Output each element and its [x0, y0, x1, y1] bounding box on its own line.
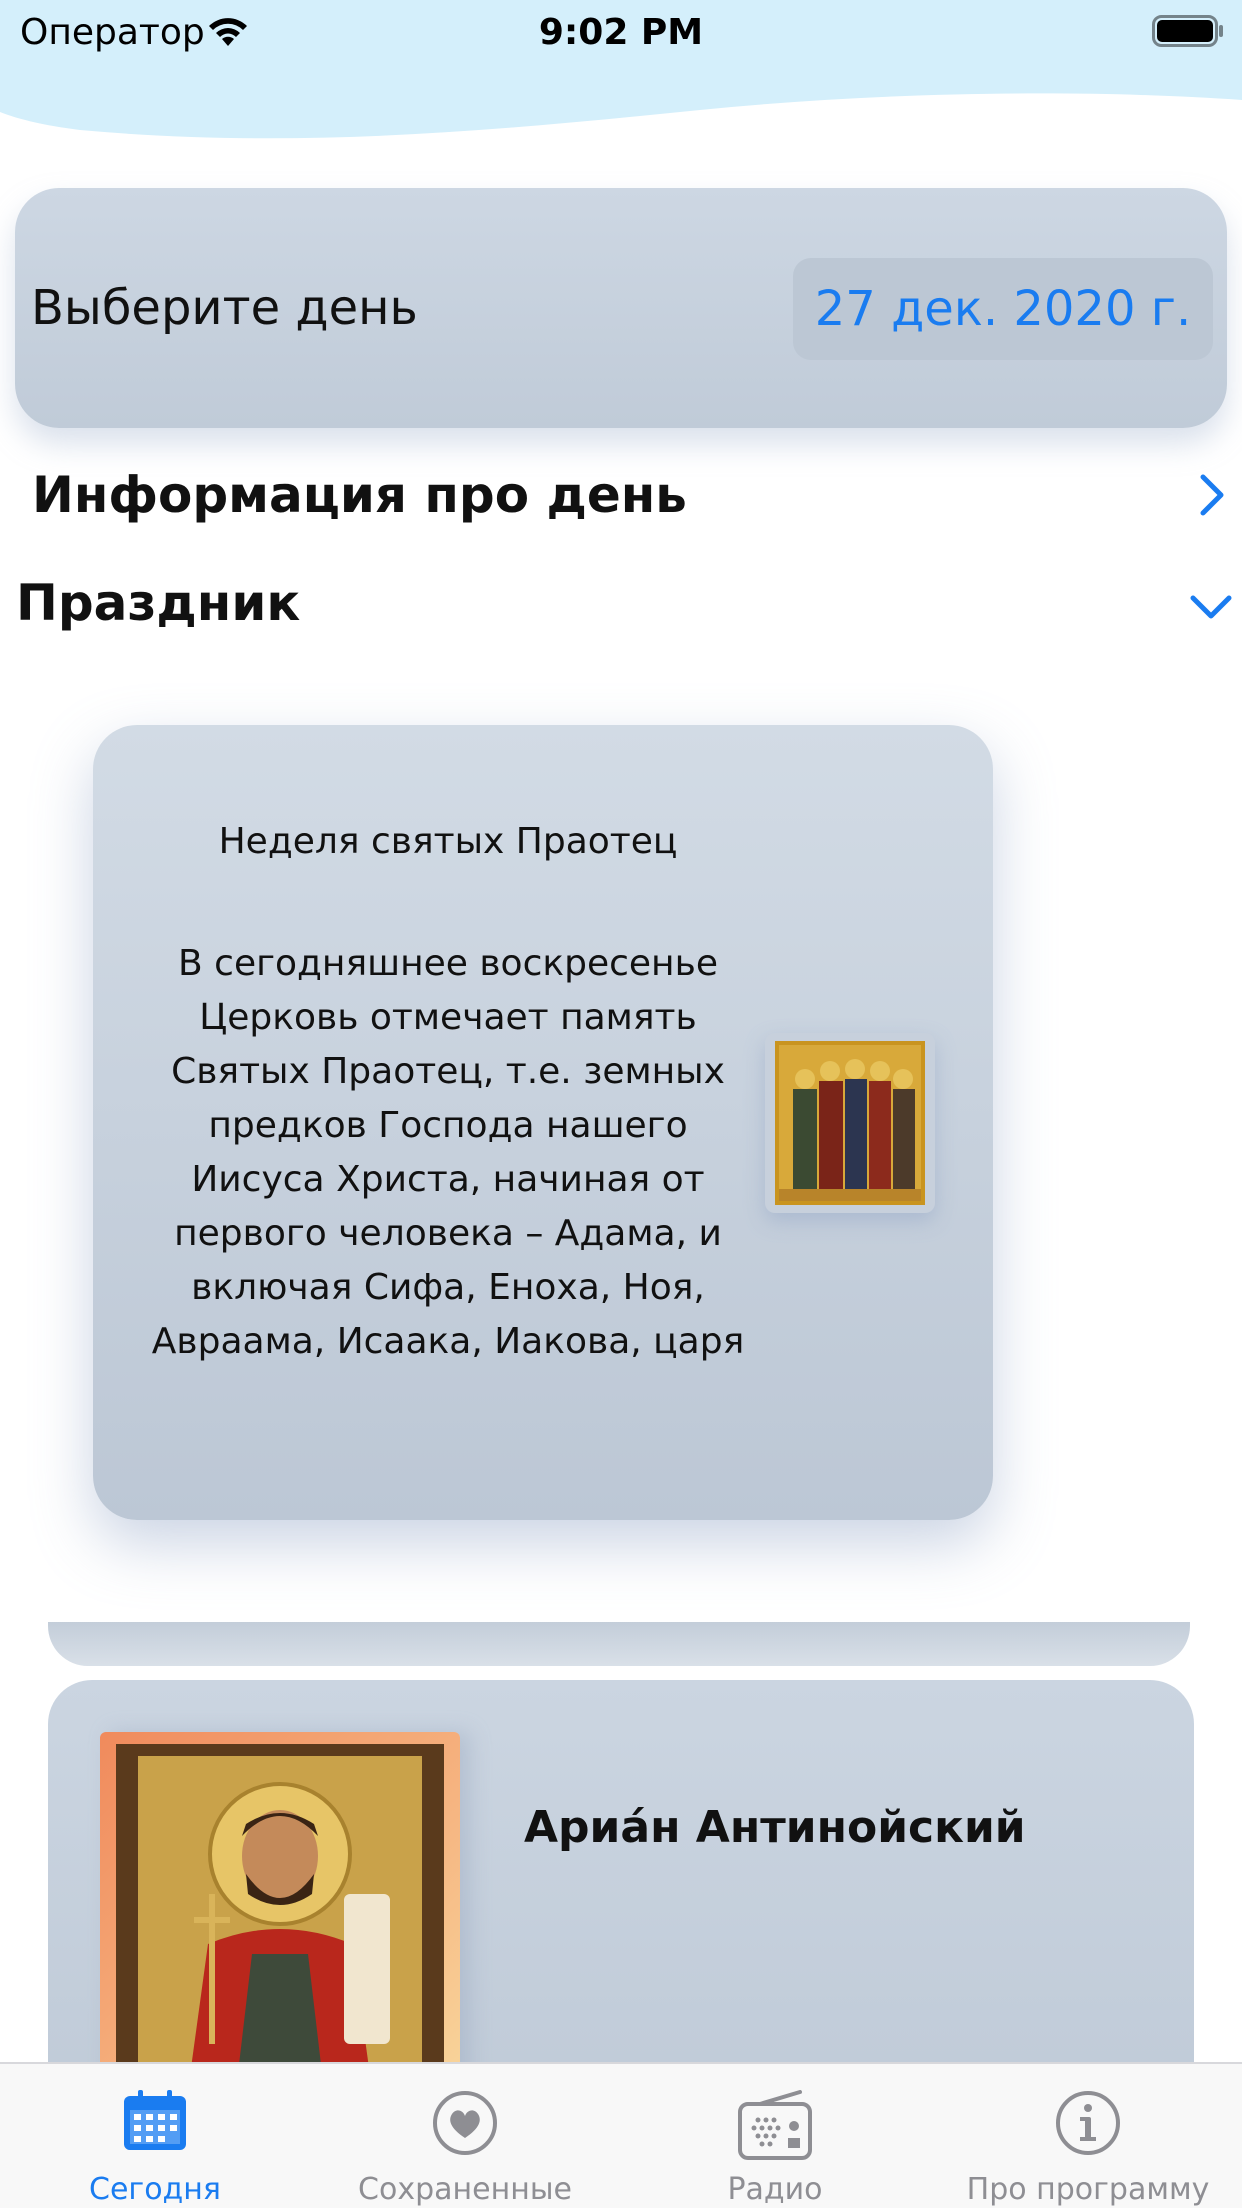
status-time: 9:02 PM [538, 12, 704, 53]
saint-icon-image [100, 1732, 460, 2102]
chevron-right-icon [1200, 474, 1224, 516]
saint-name: Ариа́н Антинойский [524, 1802, 1026, 1853]
battery-icon [1152, 15, 1223, 47]
saint-card[interactable]: Ариа́н Антинойский [48, 1680, 1194, 2102]
status-bar: Оператор 9:02 PM [0, 0, 1242, 64]
holiday-icon-image [765, 1033, 935, 1213]
holiday-section-header[interactable]: Праздник [0, 568, 1242, 638]
tab-radio-label: Радио [727, 2172, 823, 2207]
card-stack-edge [48, 1622, 1190, 1666]
tab-today-label: Сегодня [89, 2172, 221, 2207]
saint-icon [116, 1744, 444, 2090]
holiday-card[interactable]: Неделя святых Праотец В сегодняшнее воск… [93, 725, 993, 1520]
chevron-down-icon [1190, 595, 1232, 619]
tab-radio[interactable]: Радио [690, 2064, 860, 2208]
calendar-icon [124, 2090, 186, 2150]
date-picker-button[interactable]: 27 дек. 2020 г. [793, 258, 1213, 360]
holiday-section-title: Праздник [16, 574, 301, 632]
tab-about[interactable]: Про программу [950, 2064, 1226, 2208]
tab-today[interactable]: Сегодня [42, 2064, 268, 2208]
holiday-description: В сегодняшнее воскресенье Церковь отмеча… [151, 943, 745, 1362]
heart-icon [433, 2091, 497, 2155]
holiday-name: Неделя святых Праотец [218, 821, 678, 862]
radio-icon [738, 2090, 812, 2160]
tab-saved[interactable]: Сохраненные [340, 2064, 590, 2208]
info-icon [1056, 2091, 1120, 2155]
tab-bar: Сегодня Сохраненные Радио Про программу [0, 2062, 1242, 2208]
day-info-title: Информация про день [32, 466, 687, 524]
tab-saved-label: Сохраненные [358, 2172, 572, 2207]
date-picker-label: Выберите день [31, 280, 418, 336]
screen: Оператор 9:02 PM Выберите день 27 дек. 2… [0, 0, 1242, 2208]
tab-about-label: Про программу [966, 2172, 1210, 2207]
day-info-row[interactable]: Информация про день [0, 460, 1242, 530]
date-picker-card: Выберите день 27 дек. 2020 г. [15, 188, 1227, 428]
forefathers-icon [775, 1041, 925, 1205]
